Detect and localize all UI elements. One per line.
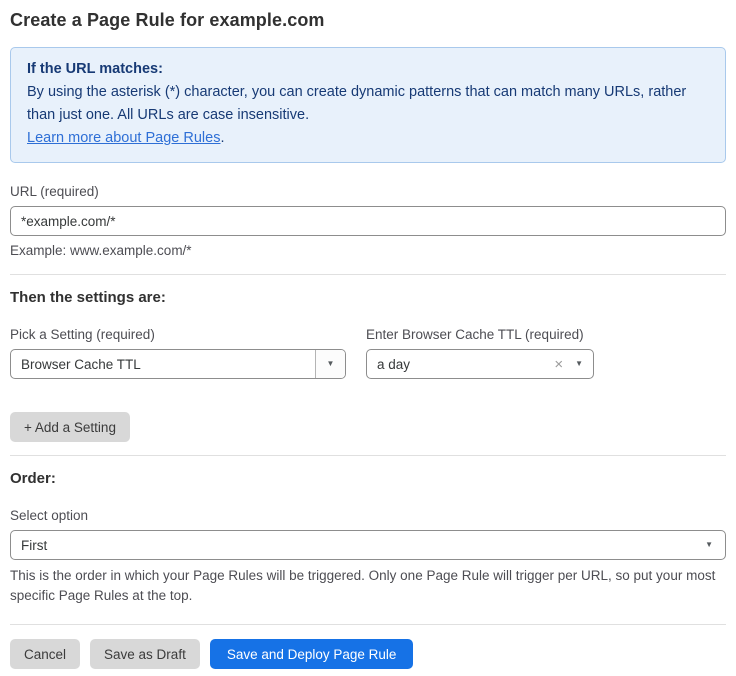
learn-more-link[interactable]: Learn more about Page Rules <box>27 130 220 146</box>
order-select-value: First <box>21 538 47 553</box>
ttl-label: Enter Browser Cache TTL (required) <box>366 327 594 342</box>
footer-actions: Cancel Save as Draft Save and Deploy Pag… <box>10 639 726 669</box>
url-label: URL (required) <box>10 184 726 199</box>
url-input[interactable] <box>10 206 726 236</box>
save-draft-button[interactable]: Save as Draft <box>90 639 200 669</box>
setting-picker-column: Pick a Setting (required) Browser Cache … <box>10 306 346 379</box>
create-page-rule-form: Create a Page Rule for example.com If th… <box>0 0 736 669</box>
order-heading: Order: <box>10 470 726 487</box>
setting-select-value: Browser Cache TTL <box>11 350 315 378</box>
pick-setting-label: Pick a Setting (required) <box>10 327 346 342</box>
info-box-link-line: Learn more about Page Rules. <box>27 127 709 150</box>
url-helper: Example: www.example.com/* <box>10 243 726 258</box>
clear-icon[interactable]: × <box>554 357 563 372</box>
ttl-select[interactable]: a day × ▼ <box>366 349 594 379</box>
chevron-down-icon: ▼ <box>705 541 713 549</box>
save-deploy-button[interactable]: Save and Deploy Page Rule <box>210 639 414 669</box>
add-setting-button[interactable]: + Add a Setting <box>10 412 130 442</box>
setting-select-arrow-button[interactable]: ▼ <box>315 350 345 378</box>
ttl-select-value: a day <box>377 357 410 372</box>
chevron-down-icon[interactable]: ▼ <box>575 360 583 368</box>
ttl-select-icons: × ▼ <box>554 357 583 372</box>
url-match-info-box: If the URL matches: By using the asteris… <box>10 47 726 163</box>
settings-heading: Then the settings are: <box>10 289 726 306</box>
cancel-button[interactable]: Cancel <box>10 639 80 669</box>
order-helper: This is the order in which your Page Rul… <box>10 566 726 606</box>
order-select-label: Select option <box>10 508 726 523</box>
link-suffix: . <box>220 130 224 146</box>
setting-select[interactable]: Browser Cache TTL ▼ <box>10 349 346 379</box>
section-divider <box>10 274 726 275</box>
ttl-picker-column: Enter Browser Cache TTL (required) a day… <box>366 306 594 379</box>
footer-divider <box>10 624 726 625</box>
section-divider <box>10 455 726 456</box>
info-box-heading: If the URL matches: <box>27 58 709 81</box>
info-box-body: By using the asterisk (*) character, you… <box>27 81 709 127</box>
chevron-down-icon: ▼ <box>327 360 335 368</box>
settings-row: Pick a Setting (required) Browser Cache … <box>10 306 726 379</box>
page-title: Create a Page Rule for example.com <box>10 9 726 31</box>
order-select[interactable]: First ▼ <box>10 530 726 560</box>
